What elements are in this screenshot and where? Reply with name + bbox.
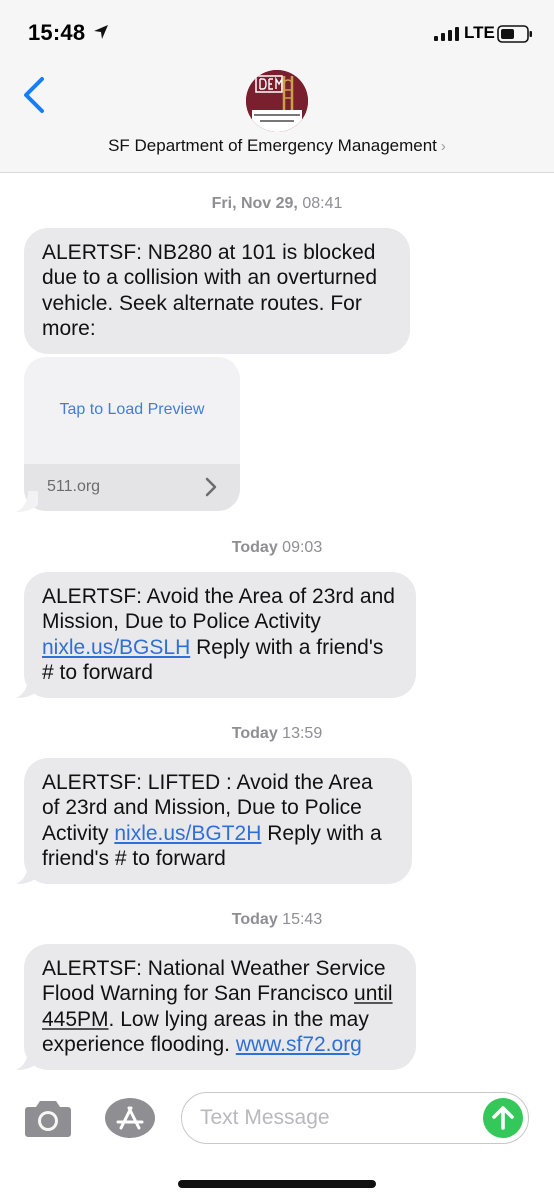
chevron-right-icon: › — [440, 138, 446, 155]
message-composer[interactable] — [181, 1092, 529, 1144]
timestamp-time: 09:03 — [282, 539, 323, 556]
message-text: ALERTSF: NB280 at 101 is blocked due to … — [42, 241, 378, 341]
app-store-icon[interactable] — [104, 1097, 156, 1139]
message-link[interactable]: www.sf72.org — [236, 1033, 362, 1056]
contact-avatar[interactable] — [246, 70, 308, 132]
status-time: 15:48 — [28, 20, 86, 45]
timestamp-day: Fri, Nov 29, — [211, 195, 298, 212]
tap-to-load-preview[interactable]: Tap to Load Preview — [24, 401, 240, 419]
timestamp-time: 08:41 — [302, 195, 343, 212]
link-preview-footer: 511.org — [24, 464, 240, 511]
timestamp: Today 09:03 — [0, 539, 554, 557]
timestamp-day: Today — [231, 725, 278, 742]
timestamp: Fri, Nov 29, 08:41 — [0, 195, 554, 213]
contact-name-label: SF Department of Emergency Management — [108, 136, 437, 155]
timestamp-day: Today — [231, 911, 278, 928]
home-indicator[interactable] — [178, 1180, 376, 1188]
bubble-tail — [16, 491, 38, 512]
timestamp: Today 13:59 — [0, 725, 554, 743]
contact-name[interactable]: SF Department of Emergency Management › — [0, 136, 554, 156]
chevron-right-icon — [205, 477, 217, 497]
camera-icon[interactable] — [24, 1098, 72, 1138]
send-arrow-icon — [492, 1106, 514, 1130]
timestamp-time: 13:59 — [282, 725, 323, 742]
location-arrow-icon — [94, 25, 108, 39]
link-preview-domain: 511.org — [47, 478, 101, 495]
message-text: ALERTSF: Avoid the Area of 23rd and Miss… — [42, 585, 395, 634]
link-preview-card[interactable]: Tap to Load Preview 511.org — [24, 357, 240, 511]
message-text: ALERTSF: National Weather Service Flood … — [42, 957, 386, 1006]
message-bubble[interactable]: ALERTSF: NB280 at 101 is blocked due to … — [24, 228, 410, 354]
message-bubble[interactable]: ALERTSF: LIFTED : Avoid the Area of 23rd… — [24, 758, 412, 884]
dem-logo-icon — [246, 70, 308, 132]
timestamp-time: 15:43 — [282, 911, 323, 928]
bubble-tail — [16, 677, 38, 698]
send-button[interactable] — [483, 1098, 523, 1138]
timestamp-day: Today — [231, 539, 278, 556]
message-link[interactable]: nixle.us/BGSLH — [42, 636, 190, 659]
bubble-tail — [16, 1049, 38, 1070]
battery-icon — [497, 25, 532, 43]
text-message-input[interactable] — [200, 1101, 480, 1135]
signal-bars-icon — [434, 27, 459, 41]
network-label: LTE — [464, 23, 495, 42]
bubble-tail — [16, 863, 38, 884]
message-link[interactable]: nixle.us/BGT2H — [114, 822, 261, 845]
conversation-header: 15:48 LTE SF Department of Emergency Man… — [0, 0, 554, 173]
timestamp: Today 15:43 — [0, 911, 554, 929]
message-bubble[interactable]: ALERTSF: Avoid the Area of 23rd and Miss… — [24, 572, 416, 698]
message-bubble[interactable]: ALERTSF: National Weather Service Flood … — [24, 944, 416, 1070]
chevron-left-icon[interactable] — [20, 76, 48, 114]
